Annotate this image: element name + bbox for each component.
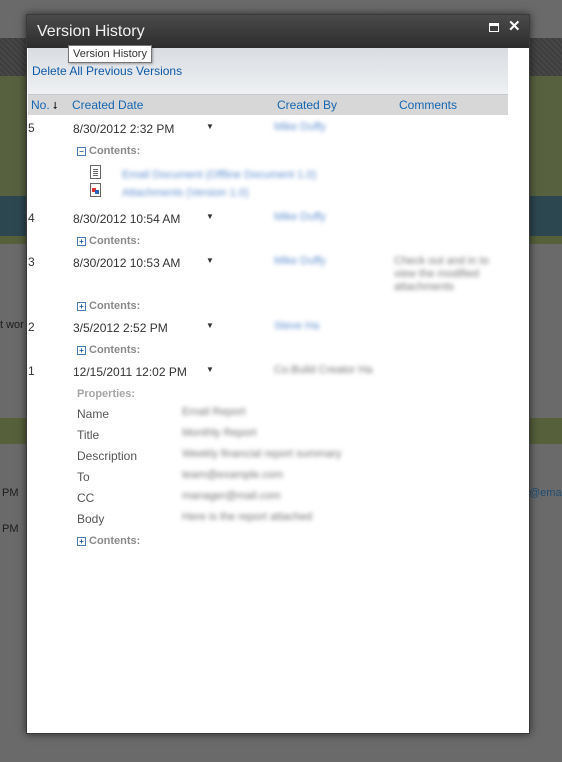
version-number: 1 [28, 364, 35, 378]
document-icon [90, 165, 101, 179]
contents-label: Contents: [89, 300, 141, 312]
delete-all-versions-link[interactable]: Delete All Previous Versions [32, 64, 182, 78]
column-header-no[interactable]: No. ⭣ [31, 98, 57, 112]
property-value: Email Report [182, 406, 246, 418]
version-number: 2 [28, 320, 35, 334]
version-comment: view the modified [394, 268, 479, 280]
dialog-titlebar[interactable]: Version History ✕ [27, 15, 529, 48]
version-date-link[interactable]: 12/15/2011 12:02 PM [73, 365, 187, 379]
content-file-link[interactable]: Email Document (Offline Document 1.0) [122, 169, 316, 181]
version-date-link[interactable]: 8/30/2012 10:54 AM [73, 212, 180, 226]
created-by-link[interactable]: Steve Ha [274, 320, 319, 332]
contents-toggle[interactable]: + Contents: [77, 535, 140, 547]
background-text: t wor [0, 319, 24, 331]
version-menu-caret-icon[interactable]: ▼ [206, 321, 214, 330]
expand-icon: + [77, 301, 86, 311]
created-by-text: Co.Build Creator Ha [274, 364, 373, 376]
version-menu-caret-icon[interactable]: ▼ [206, 256, 214, 265]
version-number: 4 [28, 211, 35, 225]
property-value: Weekly financial report summary [182, 448, 342, 460]
property-value: manager@mail.com [182, 490, 281, 502]
property-label: Title [77, 428, 100, 442]
property-label: To [77, 470, 90, 484]
version-menu-caret-icon[interactable]: ▼ [206, 365, 214, 374]
property-value: Monthly Report [182, 427, 257, 439]
expand-icon: + [77, 236, 86, 246]
column-header-created-date[interactable]: Created Date [72, 98, 143, 112]
title-tooltip: Version History [68, 45, 152, 63]
version-number: 5 [28, 121, 35, 135]
contents-toggle[interactable]: − Contents: [77, 145, 140, 157]
background-time: PM [2, 523, 19, 535]
sort-descending-icon: ⭣ [52, 101, 58, 112]
contents-toggle[interactable]: + Contents: [77, 235, 140, 247]
attachment-icon [90, 183, 101, 197]
property-label: Name [77, 407, 110, 421]
version-date-link[interactable]: 3/5/2012 2:52 PM [73, 321, 168, 335]
properties-heading: Properties: [77, 388, 136, 400]
column-header-comments[interactable]: Comments [399, 98, 457, 112]
contents-label: Contents: [89, 235, 141, 247]
version-comment: Check out and in to [394, 255, 489, 267]
contents-label: Contents: [89, 535, 141, 547]
contents-label: Contents: [89, 344, 141, 356]
property-label: Body [77, 512, 105, 526]
background-time: PM [2, 487, 19, 499]
expand-icon: + [77, 345, 86, 355]
version-comment: attachments [394, 281, 454, 293]
background-email-link: @ema [529, 487, 562, 499]
expand-icon: + [77, 536, 86, 546]
version-history-dialog: Version History ✕ Version History Delete… [26, 14, 530, 734]
version-table-header: No. ⭣ Created Date Created By Comments [28, 95, 508, 115]
collapse-icon: − [77, 146, 86, 156]
created-by-link[interactable]: Mike Duffy [274, 121, 326, 133]
property-value: team@example.com [182, 469, 284, 481]
version-date-link[interactable]: 8/30/2012 2:32 PM [73, 122, 174, 136]
contents-toggle[interactable]: + Contents: [77, 300, 140, 312]
version-number: 3 [28, 255, 35, 269]
version-menu-caret-icon[interactable]: ▼ [206, 122, 214, 131]
version-menu-caret-icon[interactable]: ▼ [206, 212, 214, 221]
column-no-label: No. [31, 98, 50, 112]
version-date-link[interactable]: 8/30/2012 10:53 AM [73, 256, 180, 270]
created-by-link[interactable]: Mike Duffy [274, 255, 326, 267]
maximize-icon[interactable] [489, 23, 499, 32]
close-icon[interactable]: ✕ [508, 19, 521, 35]
created-by-link[interactable]: Mike Duffy [274, 211, 326, 223]
property-value: Here is the report attached [182, 511, 313, 523]
contents-toggle[interactable]: + Contents: [77, 344, 140, 356]
contents-label: Contents: [89, 145, 141, 157]
content-file-link[interactable]: Attachments (Version 1.0) [122, 187, 249, 199]
property-label: CC [77, 491, 95, 505]
column-header-created-by[interactable]: Created By [277, 98, 337, 112]
property-label: Description [77, 449, 138, 463]
dialog-title: Version History [37, 23, 145, 40]
